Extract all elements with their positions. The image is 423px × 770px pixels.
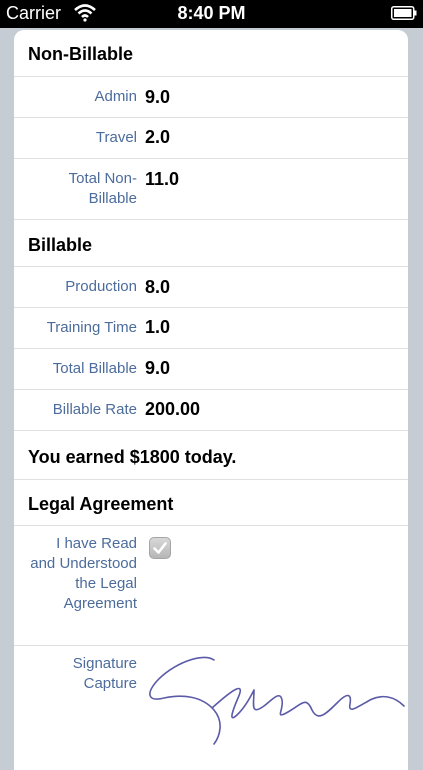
training-time-row: Training Time 1.0 bbox=[14, 308, 408, 349]
production-row: Production 8.0 bbox=[14, 267, 408, 308]
status-bar: Carrier 8:40 PM bbox=[0, 0, 423, 28]
timesheet-summary-panel: Non-Billable Admin 9.0 Travel 2.0 Total … bbox=[14, 30, 408, 770]
battery-icon bbox=[391, 6, 417, 20]
legal-header: Legal Agreement bbox=[14, 480, 408, 526]
total-billable-label: Total Billable bbox=[52, 360, 137, 377]
billable-rate-value: 200.00 bbox=[145, 399, 201, 419]
admin-value: 9.0 bbox=[145, 87, 171, 107]
travel-label: Travel bbox=[95, 129, 137, 146]
section-title: Non-Billable bbox=[28, 44, 134, 64]
billable-rate-row: Billable Rate 200.00 bbox=[14, 390, 408, 431]
agreement-label: I have Read and Understood the Legal Agr… bbox=[30, 535, 137, 612]
earned-row: You earned $1800 today. bbox=[14, 431, 408, 480]
agreement-row: I have Read and Understood the Legal Agr… bbox=[14, 526, 408, 646]
total-non-billable-value: 11.0 bbox=[145, 169, 180, 189]
non-billable-header: Non-Billable bbox=[14, 30, 408, 77]
agreement-checkbox[interactable] bbox=[149, 537, 171, 559]
billable-rate-label: Billable Rate bbox=[52, 401, 137, 418]
signature-label: Signature Capture bbox=[72, 655, 137, 692]
section-title: Billable bbox=[28, 235, 93, 255]
admin-label: Admin bbox=[94, 88, 137, 105]
clock: 8:40 PM bbox=[177, 3, 246, 23]
signature-stroke bbox=[149, 656, 405, 745]
total-billable-row: Total Billable 9.0 bbox=[14, 349, 408, 390]
section-title: Legal Agreement bbox=[28, 494, 174, 514]
total-billable-value: 9.0 bbox=[145, 358, 171, 378]
signature-capture-pad[interactable] bbox=[142, 650, 408, 750]
signature-row: Signature Capture bbox=[14, 646, 408, 770]
travel-row: Travel 2.0 bbox=[14, 118, 408, 159]
training-time-value: 1.0 bbox=[145, 317, 171, 337]
checkmark-icon bbox=[153, 542, 167, 554]
production-value: 8.0 bbox=[145, 277, 171, 297]
earned-summary: You earned $1800 today. bbox=[28, 447, 237, 467]
training-time-label: Training Time bbox=[46, 319, 137, 336]
total-non-billable-row: Total Non-Billable 11.0 bbox=[14, 159, 408, 220]
billable-header: Billable bbox=[14, 220, 408, 267]
admin-row: Admin 9.0 bbox=[14, 77, 408, 118]
travel-value: 2.0 bbox=[145, 127, 171, 147]
production-label: Production bbox=[65, 278, 137, 295]
total-non-billable-label: Total Non-Billable bbox=[68, 170, 137, 207]
